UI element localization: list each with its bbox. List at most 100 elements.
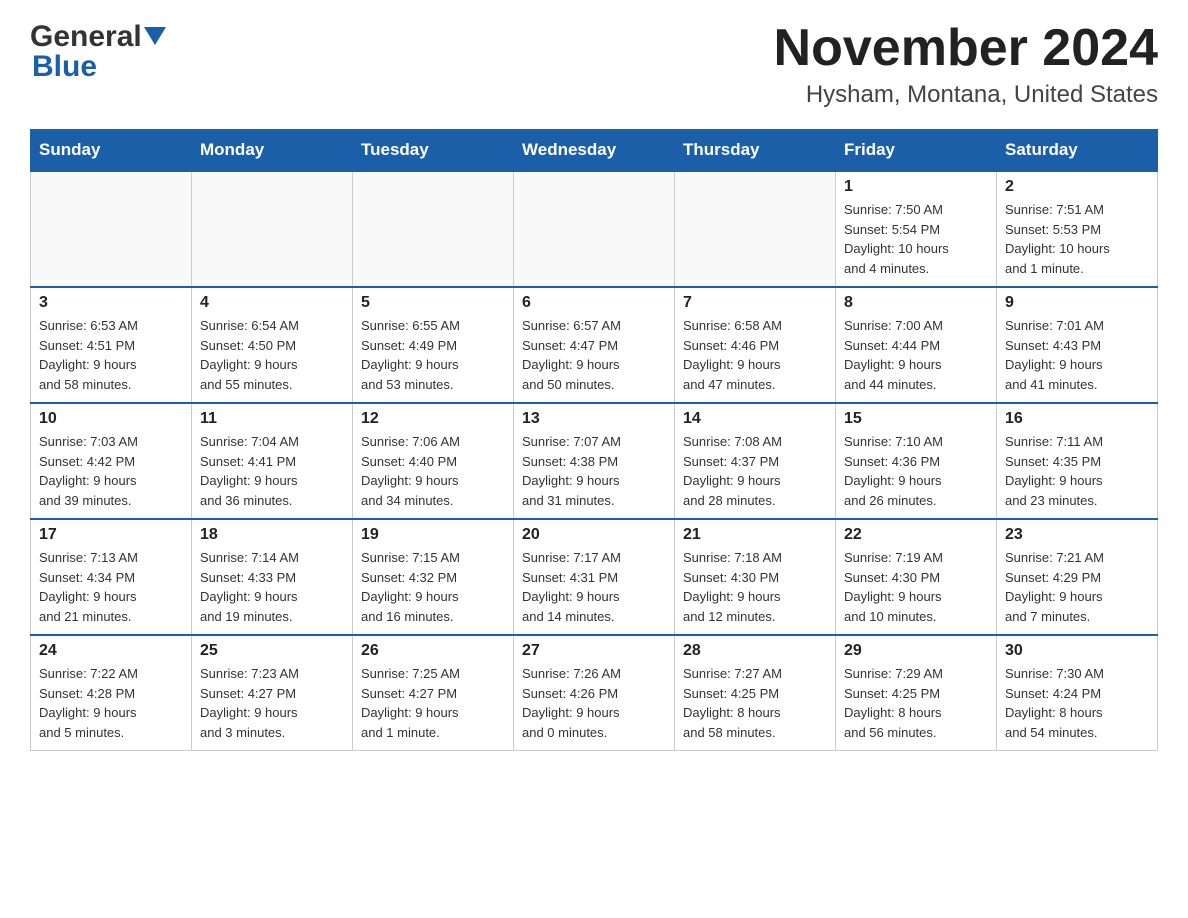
day-info: Sunrise: 6:53 AM Sunset: 4:51 PM Dayligh… <box>39 316 183 394</box>
day-number: 22 <box>844 526 988 544</box>
day-info: Sunrise: 7:13 AM Sunset: 4:34 PM Dayligh… <box>39 548 183 626</box>
day-info: Sunrise: 7:50 AM Sunset: 5:54 PM Dayligh… <box>844 200 988 278</box>
calendar-cell <box>514 171 675 287</box>
calendar-cell: 19Sunrise: 7:15 AM Sunset: 4:32 PM Dayli… <box>353 519 514 635</box>
calendar-cell: 8Sunrise: 7:00 AM Sunset: 4:44 PM Daylig… <box>836 287 997 403</box>
calendar-cell: 21Sunrise: 7:18 AM Sunset: 4:30 PM Dayli… <box>675 519 836 635</box>
day-info: Sunrise: 7:06 AM Sunset: 4:40 PM Dayligh… <box>361 432 505 510</box>
page-header: General Blue November 2024 Hysham, Monta… <box>30 20 1158 109</box>
day-number: 17 <box>39 526 183 544</box>
calendar-cell: 3 Sunrise: 6:53 AM Sunset: 4:51 PM Daylig… <box>31 287 192 403</box>
day-number: 9 <box>1005 294 1149 312</box>
day-info: Sunrise: 6:54 AM Sunset: 4:50 PM Dayligh… <box>200 316 344 394</box>
day-number: 4 <box>200 294 344 312</box>
day-header-saturday: Saturday <box>997 130 1158 172</box>
page-subtitle: Hysham, Montana, United States <box>774 81 1158 109</box>
day-number: 7 <box>683 294 827 312</box>
calendar-cell <box>31 171 192 287</box>
day-number: 2 <box>1005 178 1149 196</box>
calendar-cell: 10Sunrise: 7:03 AM Sunset: 4:42 PM Dayli… <box>31 403 192 519</box>
day-info: Sunrise: 7:01 AM Sunset: 4:43 PM Dayligh… <box>1005 316 1149 394</box>
day-number: 21 <box>683 526 827 544</box>
day-info: Sunrise: 7:15 AM Sunset: 4:32 PM Dayligh… <box>361 548 505 626</box>
day-info: Sunrise: 7:26 AM Sunset: 4:26 PM Dayligh… <box>522 664 666 742</box>
calendar-cell: 1Sunrise: 7:50 AM Sunset: 5:54 PM Daylig… <box>836 171 997 287</box>
calendar-cell: 28Sunrise: 7:27 AM Sunset: 4:25 PM Dayli… <box>675 635 836 751</box>
day-number: 30 <box>1005 642 1149 660</box>
day-number: 27 <box>522 642 666 660</box>
calendar-cell: 25 Sunrise: 7:23 AM Sunset: 4:27 PM Dayli… <box>192 635 353 751</box>
calendar-cell: 14 Sunrise: 7:08 AM Sunset: 4:37 PM Dayli… <box>675 403 836 519</box>
day-number: 29 <box>844 642 988 660</box>
day-info: Sunrise: 7:08 AM Sunset: 4:37 PM Dayligh… <box>683 432 827 510</box>
day-number: 8 <box>844 294 988 312</box>
day-info: Sunrise: 6:55 AM Sunset: 4:49 PM Dayligh… <box>361 316 505 394</box>
day-number: 14 <box>683 410 827 428</box>
day-info: Sunrise: 7:27 AM Sunset: 4:25 PM Dayligh… <box>683 664 827 742</box>
week-row-2: 3 Sunrise: 6:53 AM Sunset: 4:51 PM Daylig… <box>31 287 1158 403</box>
day-number: 15 <box>844 410 988 428</box>
calendar-cell: 15Sunrise: 7:10 AM Sunset: 4:36 PM Dayli… <box>836 403 997 519</box>
day-number: 23 <box>1005 526 1149 544</box>
calendar-cell: 30 Sunrise: 7:30 AM Sunset: 4:24 PM Dayli… <box>997 635 1158 751</box>
day-number: 18 <box>200 526 344 544</box>
title-area: November 2024 Hysham, Montana, United St… <box>774 20 1158 109</box>
day-header-friday: Friday <box>836 130 997 172</box>
calendar-cell: 20Sunrise: 7:17 AM Sunset: 4:31 PM Dayli… <box>514 519 675 635</box>
day-info: Sunrise: 7:03 AM Sunset: 4:42 PM Dayligh… <box>39 432 183 510</box>
calendar-cell <box>353 171 514 287</box>
header-row: SundayMondayTuesdayWednesdayThursdayFrid… <box>31 130 1158 172</box>
calendar-cell: 23 Sunrise: 7:21 AM Sunset: 4:29 PM Dayli… <box>997 519 1158 635</box>
calendar-cell: 16 Sunrise: 7:11 AM Sunset: 4:35 PM Dayli… <box>997 403 1158 519</box>
calendar-cell: 29 Sunrise: 7:29 AM Sunset: 4:25 PM Dayli… <box>836 635 997 751</box>
calendar-cell: 5 Sunrise: 6:55 AM Sunset: 4:49 PM Daylig… <box>353 287 514 403</box>
day-number: 16 <box>1005 410 1149 428</box>
day-info: Sunrise: 7:30 AM Sunset: 4:24 PM Dayligh… <box>1005 664 1149 742</box>
week-row-3: 10Sunrise: 7:03 AM Sunset: 4:42 PM Dayli… <box>31 403 1158 519</box>
day-number: 13 <box>522 410 666 428</box>
calendar-cell <box>192 171 353 287</box>
calendar-cell: 24Sunrise: 7:22 AM Sunset: 4:28 PM Dayli… <box>31 635 192 751</box>
week-row-5: 24Sunrise: 7:22 AM Sunset: 4:28 PM Dayli… <box>31 635 1158 751</box>
calendar-cell: 27 Sunrise: 7:26 AM Sunset: 4:26 PM Dayli… <box>514 635 675 751</box>
calendar-cell: 9 Sunrise: 7:01 AM Sunset: 4:43 PM Daylig… <box>997 287 1158 403</box>
logo-general-text: General <box>30 20 142 54</box>
day-number: 11 <box>200 410 344 428</box>
week-row-4: 17 Sunrise: 7:13 AM Sunset: 4:34 PM Dayli… <box>31 519 1158 635</box>
day-info: Sunrise: 7:23 AM Sunset: 4:27 PM Dayligh… <box>200 664 344 742</box>
day-info: Sunrise: 7:21 AM Sunset: 4:29 PM Dayligh… <box>1005 548 1149 626</box>
calendar-cell: 12 Sunrise: 7:06 AM Sunset: 4:40 PM Dayli… <box>353 403 514 519</box>
page-title: November 2024 <box>774 20 1158 77</box>
logo-triangle-icon <box>144 27 166 49</box>
day-header-thursday: Thursday <box>675 130 836 172</box>
day-header-sunday: Sunday <box>31 130 192 172</box>
day-info: Sunrise: 7:14 AM Sunset: 4:33 PM Dayligh… <box>200 548 344 626</box>
calendar-table: SundayMondayTuesdayWednesdayThursdayFrid… <box>30 129 1158 751</box>
day-number: 25 <box>200 642 344 660</box>
day-header-monday: Monday <box>192 130 353 172</box>
day-number: 20 <box>522 526 666 544</box>
day-info: Sunrise: 7:11 AM Sunset: 4:35 PM Dayligh… <box>1005 432 1149 510</box>
calendar-cell: 6 Sunrise: 6:57 AM Sunset: 4:47 PM Daylig… <box>514 287 675 403</box>
day-info: Sunrise: 7:07 AM Sunset: 4:38 PM Dayligh… <box>522 432 666 510</box>
logo-blue-text: Blue <box>32 50 97 84</box>
day-info: Sunrise: 6:57 AM Sunset: 4:47 PM Dayligh… <box>522 316 666 394</box>
calendar-cell: 22 Sunrise: 7:19 AM Sunset: 4:30 PM Dayli… <box>836 519 997 635</box>
day-info: Sunrise: 7:51 AM Sunset: 5:53 PM Dayligh… <box>1005 200 1149 278</box>
day-number: 6 <box>522 294 666 312</box>
calendar-cell: 2 Sunrise: 7:51 AM Sunset: 5:53 PM Daylig… <box>997 171 1158 287</box>
day-info: Sunrise: 7:19 AM Sunset: 4:30 PM Dayligh… <box>844 548 988 626</box>
day-header-wednesday: Wednesday <box>514 130 675 172</box>
day-info: Sunrise: 7:22 AM Sunset: 4:28 PM Dayligh… <box>39 664 183 742</box>
day-header-tuesday: Tuesday <box>353 130 514 172</box>
calendar-cell: 18 Sunrise: 7:14 AM Sunset: 4:33 PM Dayli… <box>192 519 353 635</box>
day-info: Sunrise: 7:29 AM Sunset: 4:25 PM Dayligh… <box>844 664 988 742</box>
calendar-cell: 26Sunrise: 7:25 AM Sunset: 4:27 PM Dayli… <box>353 635 514 751</box>
day-number: 5 <box>361 294 505 312</box>
day-info: Sunrise: 7:25 AM Sunset: 4:27 PM Dayligh… <box>361 664 505 742</box>
day-number: 12 <box>361 410 505 428</box>
day-number: 3 <box>39 294 183 312</box>
week-row-1: 1Sunrise: 7:50 AM Sunset: 5:54 PM Daylig… <box>31 171 1158 287</box>
calendar-cell: 11Sunrise: 7:04 AM Sunset: 4:41 PM Dayli… <box>192 403 353 519</box>
logo: General Blue <box>30 20 166 84</box>
